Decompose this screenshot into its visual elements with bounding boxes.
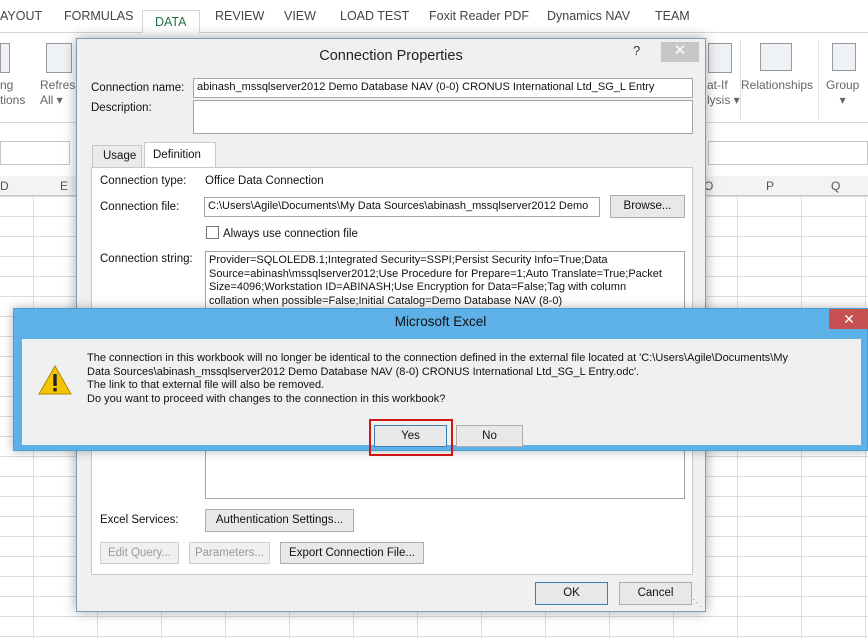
column-header[interactable]: Q xyxy=(831,179,840,193)
close-icon[interactable]: ✕ xyxy=(829,309,868,329)
tab-data[interactable]: DATA xyxy=(142,10,200,34)
ok-button[interactable]: OK xyxy=(535,582,608,605)
refresh-icon xyxy=(46,43,72,73)
always-use-connection-file-checkbox[interactable] xyxy=(206,226,219,239)
export-connection-file-button[interactable]: Export Connection File... xyxy=(280,542,424,564)
group-icon xyxy=(832,43,856,71)
what-if-analysis-icon xyxy=(708,43,732,73)
formula-input[interactable] xyxy=(708,141,868,165)
excel-services-label: Excel Services: xyxy=(100,514,179,526)
dialog-title-bar: Connection Properties ? ✕ xyxy=(77,39,705,71)
tab-page-layout[interactable]: AYOUT xyxy=(0,9,42,23)
tab-dynamics-nav[interactable]: Dynamics NAV xyxy=(547,9,630,23)
name-box[interactable] xyxy=(0,141,70,165)
tab-team[interactable]: TEAM xyxy=(655,9,690,23)
no-button[interactable]: No xyxy=(456,425,523,447)
warning-icon xyxy=(38,365,72,395)
connections-icon xyxy=(0,43,10,73)
connection-file-label: Connection file: xyxy=(100,201,180,213)
connection-name-label: Connection name: xyxy=(91,82,185,94)
edit-query-button[interactable]: Edit Query... xyxy=(100,542,179,564)
resize-grip-icon[interactable]: ⋱ xyxy=(692,598,702,609)
connection-name-input[interactable]: abinash_mssqlserver2012 Demo Database NA… xyxy=(193,78,693,98)
tab-review[interactable]: REVIEW xyxy=(215,9,264,23)
message-text: The connection in this workbook will no … xyxy=(87,352,788,405)
ribbon-separator xyxy=(818,41,819,119)
tab-formulas[interactable]: FORMULAS xyxy=(64,9,133,23)
tab-foxit-reader-pdf[interactable]: Foxit Reader PDF xyxy=(429,9,529,23)
parameters-button[interactable]: Parameters... xyxy=(189,542,270,564)
connection-type-label: Connection type: xyxy=(100,175,187,187)
column-header[interactable]: E xyxy=(60,179,68,193)
microsoft-excel-message-box: Microsoft Excel ✕ The connection in this… xyxy=(13,308,868,456)
tab-definition[interactable]: Definition xyxy=(144,142,216,168)
yes-button[interactable]: Yes xyxy=(374,425,447,447)
tab-load-test[interactable]: LOAD TEST xyxy=(340,9,409,23)
tab-usage[interactable]: Usage xyxy=(92,145,142,167)
message-box-body: The connection in this workbook will no … xyxy=(22,339,861,456)
relationships-button[interactable]: Relationships xyxy=(741,78,813,93)
close-icon[interactable]: ✕ xyxy=(661,42,699,62)
browse-button[interactable]: Browse... xyxy=(610,195,685,218)
connection-file-input[interactable]: C:\Users\Agile\Documents\My Data Sources… xyxy=(204,197,600,217)
description-input[interactable] xyxy=(193,100,693,134)
tab-view[interactable]: VIEW xyxy=(284,9,316,23)
column-header[interactable]: P xyxy=(766,179,774,193)
connections-button[interactable]: ng tions xyxy=(0,78,25,108)
column-header[interactable]: D xyxy=(0,179,9,193)
authentication-settings-button[interactable]: Authentication Settings... xyxy=(205,509,354,532)
what-if-analysis-button[interactable]: at-If lysis ▾ xyxy=(707,78,740,108)
help-icon[interactable]: ? xyxy=(633,43,640,58)
relationships-icon xyxy=(760,43,792,71)
message-box-title: Microsoft Excel xyxy=(394,314,487,329)
description-label: Description: xyxy=(91,102,152,114)
group-button[interactable]: Group ▾ xyxy=(826,78,859,108)
connection-string-label: Connection string: xyxy=(100,253,193,265)
ribbon-tab-bar: AYOUT FORMULAS DATA REVIEW VIEW LOAD TES… xyxy=(0,0,868,34)
connection-type-value: Office Data Connection xyxy=(205,175,324,187)
dialog-title: Connection Properties xyxy=(319,48,463,64)
cancel-button[interactable]: Cancel xyxy=(619,582,692,605)
always-use-connection-file-label: Always use connection file xyxy=(223,228,358,240)
